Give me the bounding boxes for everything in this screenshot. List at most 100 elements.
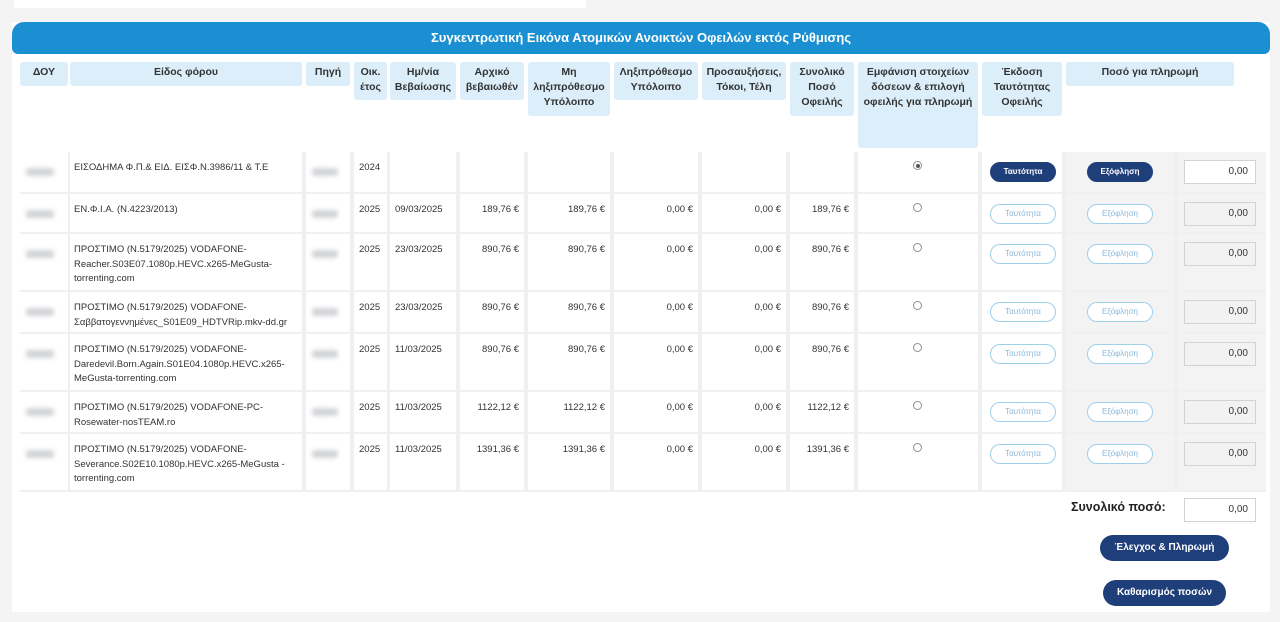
cell-arxiko [460,152,524,192]
cell-mi: 1391,36 € [528,434,610,490]
cell-syn: 890,76 € [790,234,854,290]
header-mi-lixi: Μη ληξιπρόθεσμο Υπόλοιπο [528,62,610,116]
payment-amount-field[interactable]: 0,00 [1184,202,1256,226]
select-debt-radio[interactable] [913,243,922,252]
identity-button[interactable]: Ταυτότητα [990,444,1056,464]
cell-etos: 2025 [354,392,387,432]
cell-eidos: ΠΡΟΣΤΙΜΟ (Ν.5179/2025) VODAFONE-Reacher.… [70,234,302,290]
header-imnia: Ημ/νία Βεβαίωσης [390,62,456,100]
cell-arxiko: 890,76 € [460,234,524,290]
cell-etos: 2025 [354,234,387,290]
identity-button[interactable]: Ταυτότητα [990,402,1056,422]
cell-select [858,434,978,490]
payment-amount-field[interactable]: 0,00 [1184,160,1256,184]
pay-off-button[interactable]: Εξόφληση [1087,244,1153,264]
cell-amount: 0,00 [1178,334,1266,390]
cell-doy [20,292,68,332]
cell-pay: Εξόφληση [1066,194,1174,232]
payment-amount-field[interactable]: 0,00 [1184,342,1256,366]
payment-amount-field[interactable]: 0,00 [1184,400,1256,424]
cell-date [390,152,456,192]
select-debt-radio[interactable] [913,161,922,170]
cell-pros [702,152,786,192]
total-label: Συνολικό ποσό: [1071,500,1166,514]
cell-mi: 890,76 € [528,234,610,290]
cell-pay: Εξόφληση [1066,334,1174,390]
payment-amount-field[interactable]: 0,00 [1184,442,1256,466]
cell-pigi [306,334,350,390]
pay-off-button[interactable]: Εξόφληση [1087,302,1153,322]
cell-mi: 1122,12 € [528,392,610,432]
check-and-pay-button[interactable]: Έλεγχος & Πληρωμή [1100,535,1229,561]
cell-doy [20,234,68,290]
cell-eidos: ΕΙΣΟΔΗΜΑ Φ.Π.& ΕΙΔ. ΕΙΣΦ.Ν.3986/11 & Τ.Ε [70,152,302,192]
cell-amount: 0,00 [1178,234,1266,290]
cell-identity: Ταυτότητα [982,152,1062,192]
cell-syn: 890,76 € [790,292,854,332]
cell-syn: 1391,36 € [790,434,854,490]
header-eidos: Είδος φόρου [70,62,302,86]
cell-eidos: ΠΡΟΣΤΙΜΟ (Ν.5179/2025) VODAFONE-Daredevi… [70,334,302,390]
pay-off-button[interactable]: Εξόφληση [1087,204,1153,224]
pay-off-button[interactable]: Εξόφληση [1087,344,1153,364]
cell-identity: Ταυτότητα [982,434,1062,490]
cell-etos: 2025 [354,434,387,490]
pay-off-button[interactable]: Εξόφληση [1087,402,1153,422]
cell-pigi [306,434,350,490]
cell-arxiko: 890,76 € [460,334,524,390]
total-amount-field[interactable]: 0,00 [1184,498,1256,522]
cell-amount: 0,00 [1178,434,1266,490]
header-doy: ΔΟΥ [20,62,68,86]
clear-amounts-button[interactable]: Καθαρισμός ποσών [1103,580,1226,606]
cell-eidos: ΕΝ.Φ.Ι.Α. (Ν.4223/2013) [70,194,302,232]
cell-date: 09/03/2025 [390,194,456,232]
cell-select [858,194,978,232]
cell-pay: Εξόφληση [1066,152,1174,192]
header-poso: Ποσό για πληρωμή [1066,62,1234,86]
cell-lixi [614,152,698,192]
cell-lixi: 0,00 € [614,292,698,332]
debts-table: ΕΙΣΟΔΗΜΑ Φ.Π.& ΕΙΔ. ΕΙΣΦ.Ν.3986/11 & Τ.Ε… [20,152,1266,492]
select-debt-radio[interactable] [913,203,922,212]
identity-button[interactable]: Ταυτότητα [990,162,1056,182]
page-title: Συγκεντρωτική Εικόνα Ατομικών Ανοικτών Ο… [12,22,1270,54]
cell-identity: Ταυτότητα [982,334,1062,390]
identity-button[interactable]: Ταυτότητα [990,244,1056,264]
cell-arxiko: 890,76 € [460,292,524,332]
identity-button[interactable]: Ταυτότητα [990,302,1056,322]
cell-syn: 1122,12 € [790,392,854,432]
cell-syn [790,152,854,192]
cell-etos: 2025 [354,334,387,390]
cell-identity: Ταυτότητα [982,194,1062,232]
select-debt-radio[interactable] [913,443,922,452]
header-ekdosi: Έκδοση Ταυτότητας Οφειλής [982,62,1062,116]
cell-date: 11/03/2025 [390,334,456,390]
header-prosaux: Προσαυξήσεις, Τόκοι, Τέλη [702,62,786,100]
cell-identity: Ταυτότητα [982,292,1062,332]
cell-date: 23/03/2025 [390,292,456,332]
cell-etos: 2024 [354,152,387,192]
cell-select [858,292,978,332]
identity-button[interactable]: Ταυτότητα [990,204,1056,224]
cell-eidos: ΠΡΟΣΤΙΜΟ (Ν.5179/2025) VODAFONE-Σαββατογ… [70,292,302,332]
cell-pigi [306,194,350,232]
cell-doy [20,194,68,232]
cell-select [858,334,978,390]
cell-etos: 2025 [354,194,387,232]
identity-button[interactable]: Ταυτότητα [990,344,1056,364]
cell-arxiko: 189,76 € [460,194,524,232]
select-debt-radio[interactable] [913,401,922,410]
select-debt-radio[interactable] [913,301,922,310]
cell-pigi [306,234,350,290]
header-pigi: Πηγή [306,62,350,86]
cell-pigi [306,292,350,332]
cell-lixi: 0,00 € [614,392,698,432]
cell-pigi [306,392,350,432]
pay-off-button[interactable]: Εξόφληση [1087,162,1153,182]
cell-pros: 0,00 € [702,292,786,332]
cell-pay: Εξόφληση [1066,434,1174,490]
pay-off-button[interactable]: Εξόφληση [1087,444,1153,464]
select-debt-radio[interactable] [913,343,922,352]
payment-amount-field[interactable]: 0,00 [1184,242,1256,266]
payment-amount-field[interactable]: 0,00 [1184,300,1256,324]
